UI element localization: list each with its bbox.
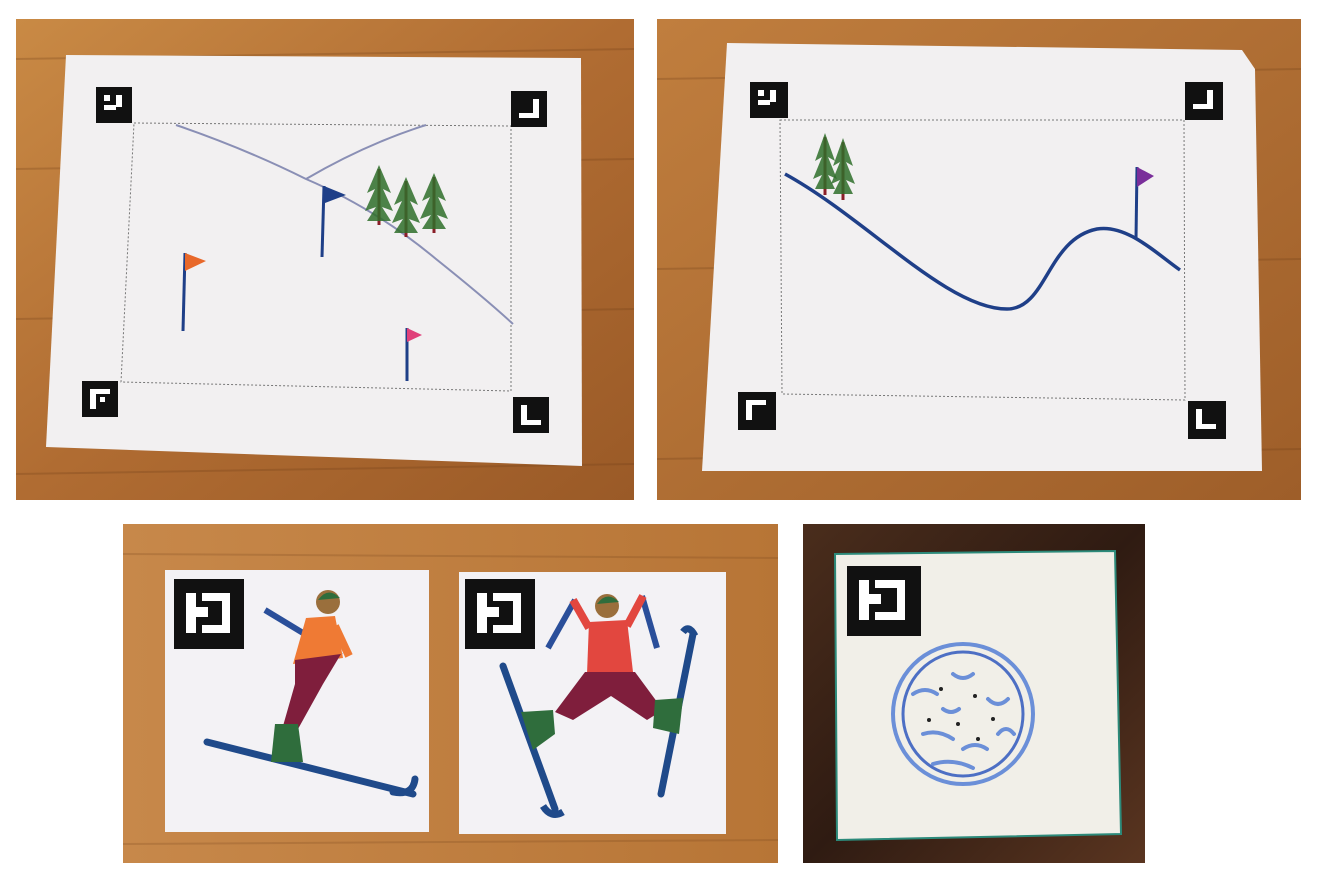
- jumping-skier-card: [459, 572, 726, 834]
- photo-ski-map-topview: [16, 19, 634, 500]
- skiing-skier-card: [165, 570, 429, 832]
- photo-skier-cards: [123, 524, 778, 863]
- photo-snowball-card: [803, 524, 1145, 863]
- photo-ski-map-sideview: [657, 19, 1301, 500]
